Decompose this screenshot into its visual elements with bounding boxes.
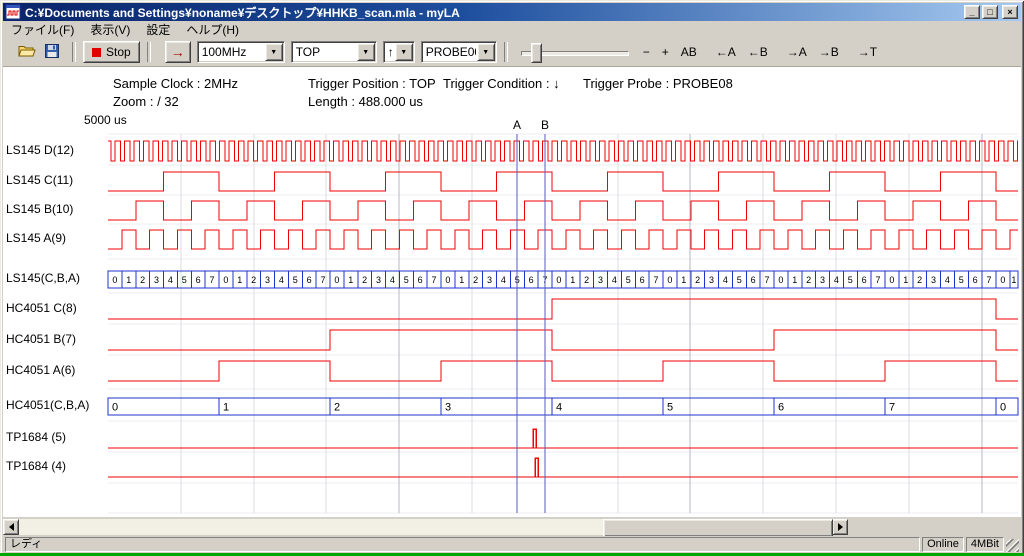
trigger-edge-select[interactable]: ↑ ▼ [383,41,415,63]
status-bar: レディ Online 4MBit [3,536,1021,553]
open-button[interactable] [15,40,39,64]
goto-a-right-button[interactable]: →A [782,41,812,63]
channel-label: LS145(C,B,A) [6,271,80,285]
folder-open-icon [18,43,36,59]
channel-label: HC4051 C(8) [6,301,77,315]
goto-b-left-button[interactable]: ←B [743,41,773,63]
goto-trigger-button[interactable]: →T [853,41,882,63]
status-ready: レディ [5,537,920,552]
stop-label: Stop [106,45,131,59]
ab-button[interactable]: AB [676,41,702,63]
channel-label: HC4051 A(6) [6,363,75,377]
save-icon [44,43,60,59]
minimize-button[interactable]: _ [964,5,980,19]
zoom-in-button[interactable]: + [657,41,674,63]
goto-b-right-button[interactable]: →B [814,41,844,63]
channel-label: LS145 D(12) [6,143,74,157]
trigger-edge-value: ↑ [384,45,394,59]
menu-help[interactable]: ヘルプ(H) [178,20,247,39]
sample-clock-select[interactable]: 100MHz ▼ [197,41,285,63]
toolbar-separator [72,42,76,62]
menu-settings[interactable]: 設定 [138,20,178,39]
maximize-button[interactable]: □ [982,5,998,19]
app-icon [5,4,21,20]
window-title: C:¥Documents and Settings¥noname¥デスクトップ¥… [25,4,964,21]
zoom-out-button[interactable]: − [638,41,655,63]
length-info: Length : 488.000 us [308,94,423,109]
channel-label: TP1684 (5) [6,430,66,444]
zoom-slider[interactable] [519,41,631,63]
toolbar: Stop → 100MHz ▼ TOP ▼ ↑ ▼ PROBE00 ▼ − + … [3,38,1021,67]
scroll-right-button[interactable] [832,519,848,535]
channel-label: LS145 C(11) [6,173,73,187]
chevron-down-icon[interactable]: ▼ [265,43,283,61]
app-window: 0123456701234567012345670123456701234567… [0,0,1024,556]
probe-select[interactable]: PROBE00 ▼ [421,41,497,63]
channel-label: LS145 B(10) [6,202,73,216]
channel-label: HC4051 B(7) [6,332,76,346]
stop-button[interactable]: Stop [83,41,140,63]
toolbar-separator [504,42,508,62]
close-button[interactable]: × [1002,5,1018,19]
sample-clock-info: Sample Clock : 2MHz [113,76,238,91]
trigger-position-select[interactable]: TOP ▼ [291,41,377,63]
title-bar[interactable]: C:¥Documents and Settings¥noname¥デスクトップ¥… [3,3,1021,21]
channel-label: HC4051(C,B,A) [6,398,89,412]
trigger-condition-info: Trigger Condition : ↓ [443,76,560,91]
trigger-position-info: Trigger Position : TOP [308,76,436,91]
status-online: Online [922,537,964,552]
toolbar-separator [147,42,151,62]
channel-label: TP1684 (4) [6,459,66,473]
sample-clock-value: 100MHz [198,45,264,59]
chevron-down-icon[interactable]: ▼ [395,43,413,61]
marker-b-label: B [541,118,549,132]
trigger-position-value: TOP [292,45,356,59]
marker-a-label: A [513,118,521,132]
channel-label: LS145 A(9) [6,231,66,245]
save-button[interactable] [40,40,64,64]
goto-a-left-button[interactable]: ←A [711,41,741,63]
stop-icon [92,48,101,57]
close-icon: × [1007,7,1012,17]
chevron-down-icon[interactable]: ▼ [477,43,495,61]
status-memory: 4MBit [966,537,1004,552]
scroll-left-button[interactable] [3,519,19,535]
minimize-icon: _ [969,7,974,17]
waveform-area[interactable] [3,67,1021,517]
scrollbar-track[interactable] [19,519,832,535]
scroll-right-icon [838,523,843,531]
run-button[interactable]: → [165,41,191,63]
menu-view[interactable]: 表示(V) [82,20,138,39]
slider-thumb[interactable] [531,43,542,63]
menu-bar: ファイル(F) 表示(V) 設定 ヘルプ(H) [3,21,1021,38]
menu-file[interactable]: ファイル(F) [3,20,82,39]
maximize-icon: □ [987,7,992,17]
trigger-probe-info: Trigger Probe : PROBE08 [583,76,733,91]
horizontal-scrollbar[interactable] [3,519,848,535]
scroll-left-icon [9,523,14,531]
run-arrow-icon: → [171,44,185,60]
scrollbar-thumb[interactable] [603,519,833,537]
resize-grip[interactable] [1006,539,1019,552]
time-scale-label: 5000 us [84,113,127,127]
probe-value: PROBE00 [422,45,476,59]
zoom-info: Zoom : / 32 [113,94,179,109]
chevron-down-icon[interactable]: ▼ [357,43,375,61]
